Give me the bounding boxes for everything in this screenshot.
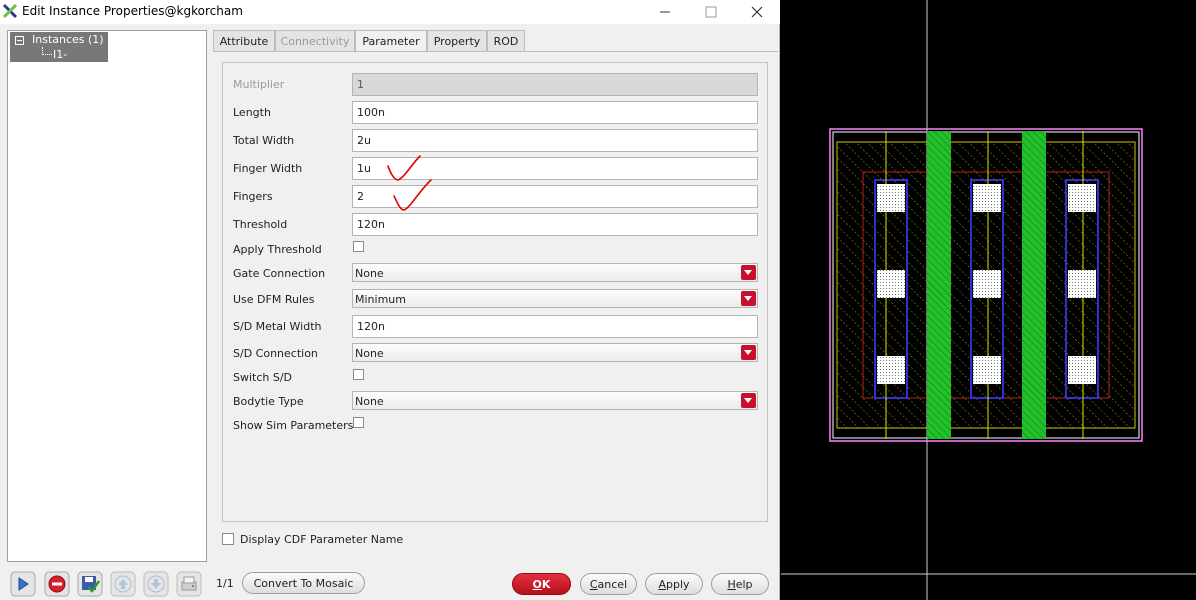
- dropdown-arrow-icon[interactable]: [741, 393, 756, 408]
- edit-instance-dialog: Edit Instance Properties@kgkorcham Insta…: [0, 0, 780, 600]
- layout-canvas[interactable]: [781, 0, 1196, 600]
- dropdown-arrow-icon[interactable]: [741, 291, 756, 306]
- tree-root-label: Instances (1): [32, 33, 104, 46]
- tab-attribute[interactable]: Attribute: [213, 30, 275, 52]
- bodytie-type-select[interactable]: None: [352, 391, 758, 410]
- fingers-label: Fingers: [233, 190, 273, 203]
- contact: [1068, 270, 1096, 298]
- instance-tree[interactable]: Instances (1) I1-nmos1v: [7, 30, 207, 562]
- show-sim-parameters-label: Show Sim Parameters: [233, 419, 354, 432]
- close-icon[interactable]: [742, 1, 772, 23]
- cancel-button[interactable]: Cancel: [580, 573, 637, 595]
- play-icon[interactable]: [10, 571, 36, 597]
- page-counter: 1/1: [216, 577, 234, 590]
- length-field[interactable]: 100n: [352, 101, 758, 124]
- display-cdf-label: Display CDF Parameter Name: [240, 533, 404, 546]
- app-logo-icon: [2, 3, 18, 19]
- display-cdf-checkbox[interactable]: [222, 533, 234, 545]
- threshold-label: Threshold: [233, 218, 288, 231]
- dropdown-arrow-icon[interactable]: [741, 265, 756, 280]
- apply-threshold-checkbox[interactable]: [353, 241, 364, 252]
- use-dfm-rules-select[interactable]: Minimum: [352, 289, 758, 308]
- switch-sd-label: Switch S/D: [233, 371, 293, 384]
- tree-connector: [42, 47, 52, 55]
- contact: [1068, 184, 1096, 212]
- printer-icon[interactable]: [176, 571, 202, 597]
- sd-connection-value: None: [355, 347, 384, 360]
- ok-button[interactable]: OK: [512, 573, 571, 595]
- up-arrow-icon[interactable]: [110, 571, 136, 597]
- collapse-icon[interactable]: [15, 36, 24, 45]
- bodytie-type-value: None: [355, 395, 384, 408]
- sd-connection-label: S/D Connection: [233, 347, 318, 360]
- tab-parameter[interactable]: Parameter: [355, 30, 427, 53]
- finger-width-label: Finger Width: [233, 162, 303, 175]
- sd-metal-width-label: S/D Metal Width: [233, 320, 322, 333]
- tree-item-instance[interactable]: I1-nmos1v: [10, 47, 108, 74]
- window-title: Edit Instance Properties@kgkorcham: [22, 4, 243, 18]
- minimize-icon[interactable]: [650, 1, 680, 23]
- apply-threshold-label: Apply Threshold: [233, 243, 322, 256]
- contact: [877, 184, 905, 212]
- stop-icon[interactable]: [44, 571, 70, 597]
- convert-to-mosaic-button[interactable]: Convert To Mosaic: [242, 572, 365, 594]
- contact: [1068, 356, 1096, 384]
- gate-connection-label: Gate Connection: [233, 267, 326, 280]
- checkmark-icon: [393, 179, 432, 211]
- down-arrow-icon[interactable]: [143, 571, 169, 597]
- poly-gate: [1022, 131, 1046, 439]
- apply-button[interactable]: Apply: [645, 573, 703, 595]
- sd-metal-width-field[interactable]: 120n: [352, 315, 758, 338]
- total-width-label: Total Width: [233, 134, 295, 147]
- bodytie-type-label: Bodytie Type: [233, 395, 304, 408]
- poly-gate: [927, 131, 951, 439]
- tab-rod[interactable]: ROD: [487, 30, 525, 52]
- help-button[interactable]: Help: [711, 573, 769, 595]
- contact: [877, 356, 905, 384]
- gate-connection-value: None: [355, 267, 384, 280]
- switch-sd-checkbox[interactable]: [353, 369, 364, 380]
- maximize-icon[interactable]: [696, 1, 726, 23]
- transistor-layout[interactable]: [781, 0, 1196, 600]
- tree-child-label: I1-nmos1v: [53, 48, 97, 74]
- use-dfm-rules-value: Minimum: [355, 293, 406, 306]
- contact: [877, 270, 905, 298]
- tree-item-instances[interactable]: Instances (1): [10, 32, 108, 47]
- gate-connection-select[interactable]: None: [352, 263, 758, 282]
- multiplier-field: 1: [352, 73, 758, 96]
- tab-property[interactable]: Property: [427, 30, 487, 52]
- tab-connectivity: Connectivity: [275, 30, 355, 52]
- length-label: Length: [233, 106, 271, 119]
- contact: [973, 270, 1001, 298]
- use-dfm-rules-label: Use DFM Rules: [233, 293, 315, 306]
- contact: [973, 356, 1001, 384]
- contact: [973, 184, 1001, 212]
- annotation-checkmarks: [387, 155, 432, 211]
- title-bar: Edit Instance Properties@kgkorcham: [0, 0, 780, 24]
- show-sim-parameters-checkbox[interactable]: [353, 417, 364, 428]
- checkmark-icon: [387, 155, 421, 181]
- dropdown-arrow-icon[interactable]: [741, 345, 756, 360]
- sd-connection-select[interactable]: None: [352, 343, 758, 362]
- save-check-icon[interactable]: [77, 571, 103, 597]
- multiplier-label: Multiplier: [233, 78, 285, 91]
- total-width-field[interactable]: 2u: [352, 129, 758, 152]
